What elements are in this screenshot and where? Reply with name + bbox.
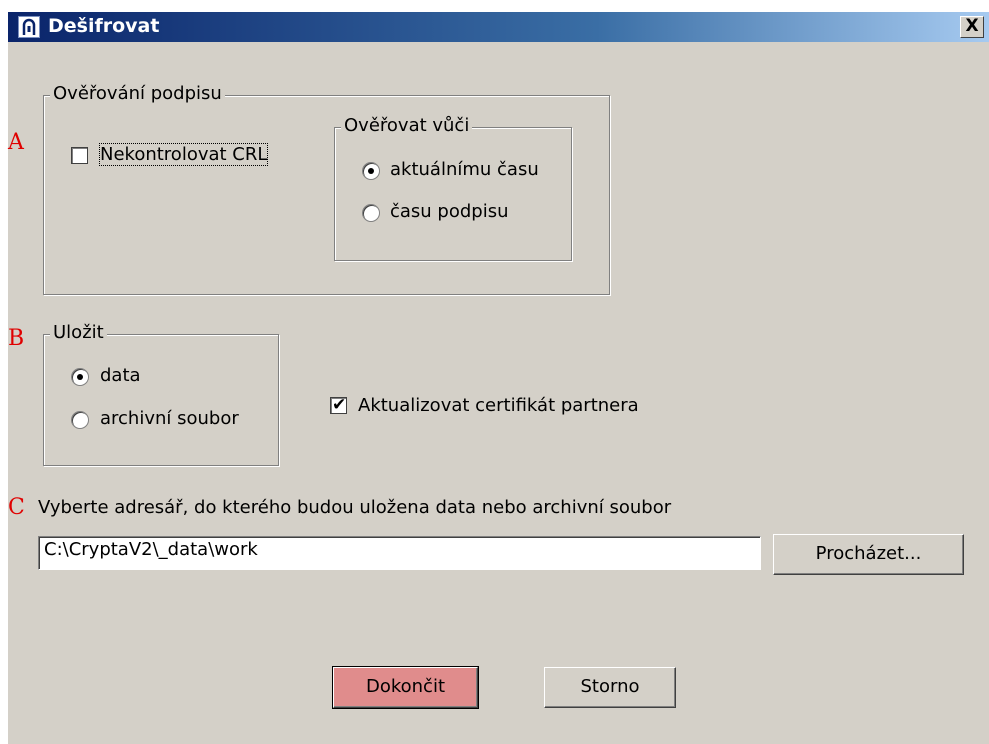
radio-save-data-label[interactable]: data bbox=[100, 365, 141, 386]
finish-button[interactable]: Dokončit bbox=[332, 666, 479, 709]
update-partner-cert-checkbox[interactable]: ✔ bbox=[330, 395, 347, 415]
radio-current-time-label[interactable]: aktuálnímu času bbox=[390, 159, 539, 180]
verify-against-legend: Ověřovat vůči bbox=[341, 115, 473, 136]
window-title: Dešifrovat bbox=[48, 15, 160, 37]
cancel-button[interactable]: Storno bbox=[544, 667, 676, 708]
signature-verification-group: Ověřování podpisu Nekontrolovat CRL Ověř… bbox=[43, 83, 610, 295]
radio-signature-time-label[interactable]: času podpisu bbox=[390, 201, 509, 222]
directory-path-input[interactable]: C:\CryptaV2\_data\work bbox=[38, 536, 761, 570]
directory-prompt: Vyberte adresář, do kterého budou uložen… bbox=[38, 497, 672, 518]
verify-against-group: Ověřovat vůči aktuálnímu času času podpi… bbox=[334, 115, 572, 261]
radio-selected-dot bbox=[77, 374, 83, 380]
app-icon bbox=[18, 16, 40, 38]
radio-selected-dot bbox=[368, 168, 374, 174]
update-partner-cert-label[interactable]: Aktualizovat certifikát partnera bbox=[358, 395, 639, 416]
radio-save-archive-label[interactable]: archivní soubor bbox=[100, 408, 239, 429]
no-crl-label[interactable]: Nekontrolovat CRL bbox=[98, 143, 269, 166]
save-group: Uložit data archivní soubor bbox=[43, 322, 279, 466]
marker-c: C bbox=[8, 495, 25, 520]
decrypt-dialog: Dešifrovat X Ověřování podpisu Nekontrol… bbox=[8, 12, 989, 744]
radio-signature-time[interactable] bbox=[362, 204, 380, 222]
radio-save-archive[interactable] bbox=[71, 411, 89, 429]
browse-button[interactable]: Procházet... bbox=[773, 534, 964, 575]
radio-current-time[interactable] bbox=[362, 162, 380, 180]
no-crl-checkbox[interactable] bbox=[71, 147, 88, 164]
save-legend: Uložit bbox=[50, 322, 107, 343]
signature-verification-legend: Ověřování podpisu bbox=[50, 83, 225, 104]
marker-b: B bbox=[8, 326, 25, 351]
title-bar[interactable]: Dešifrovat X bbox=[8, 12, 989, 42]
close-button[interactable]: X bbox=[960, 16, 984, 38]
radio-save-data[interactable] bbox=[71, 368, 89, 386]
checkmark-icon: ✔ bbox=[332, 395, 347, 415]
marker-a: A bbox=[8, 130, 24, 155]
